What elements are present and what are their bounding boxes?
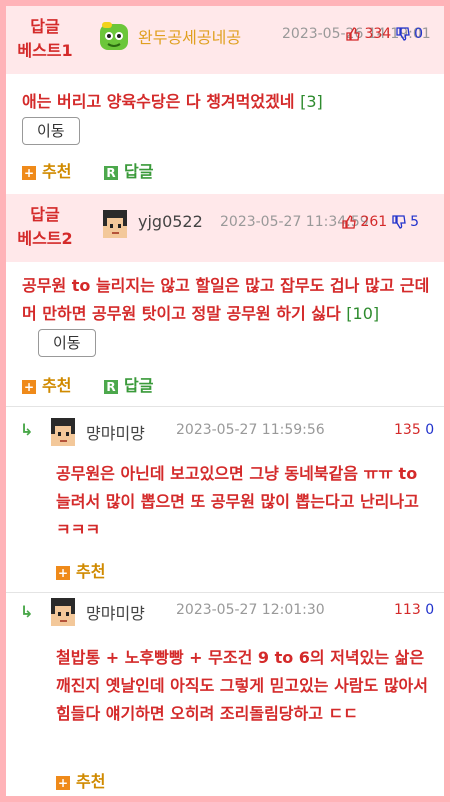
thumbs-up-icon[interactable] <box>346 27 360 41</box>
move-button[interactable]: 이동 <box>22 116 80 145</box>
comment-body: 공무원 to 늘리지는 않고 할일은 많고 잡무도 겁나 많고 근데 머 만하면… <box>22 272 436 357</box>
reply-count[interactable]: [10] <box>346 304 379 323</box>
up-count: 135 <box>394 422 421 438</box>
reply-count[interactable]: [3] <box>300 92 323 111</box>
pixel-face-icon[interactable] <box>100 208 130 240</box>
best-comment-1-header: 답글 베스트1 완두공세공네공 2023-05-26 14:19:01 334 … <box>6 6 444 74</box>
reply-arrow-icon: ↳ <box>20 602 34 621</box>
plus-icon: + <box>56 775 70 790</box>
divider <box>6 406 444 407</box>
move-button[interactable]: 이동 <box>38 328 96 357</box>
recommend-button[interactable]: + 추천 <box>56 768 105 792</box>
comment-date: 2023-05-27 11:59:56 <box>176 422 325 438</box>
vote-counts: 135 0 <box>394 422 434 438</box>
recommend-label: 추천 <box>42 376 72 395</box>
best-comment-2-header: 답글 베스트2 yjg0522 2023-05-27 11:34:59 261 … <box>6 194 444 262</box>
reply-button[interactable]: R 답글 <box>104 372 153 396</box>
up-count: 261 <box>360 214 388 230</box>
down-count: 0 <box>425 422 435 438</box>
best-badge-line2: 베스트2 <box>17 229 73 248</box>
vote-counts: 334 0 <box>346 26 423 42</box>
up-count: 334 <box>364 26 392 42</box>
reply-body: 공무원은 아닌데 보고있으면 그냥 동네북같음 ㅠㅠ to늘려서 많이 뽑으면 … <box>56 464 419 539</box>
recommend-button[interactable]: + 추천 <box>56 558 105 582</box>
reply-label: 답글 <box>124 376 154 395</box>
up-count: 113 <box>394 602 421 618</box>
recommend-button[interactable]: + 추천 <box>22 372 71 396</box>
reply-label: 답글 <box>124 162 154 181</box>
best-badge-line1: 답글 <box>30 205 60 224</box>
plus-icon: + <box>22 165 36 180</box>
pixel-face-icon[interactable] <box>48 596 78 628</box>
pixel-face-icon[interactable] <box>48 416 78 448</box>
reply-icon: R <box>104 165 118 180</box>
green-face-icon[interactable] <box>98 20 130 52</box>
down-count: 0 <box>414 26 424 42</box>
nickname[interactable]: 완두공세공네공 <box>138 24 241 48</box>
reply-icon: R <box>104 379 118 394</box>
nickname[interactable]: 먕먀미먕 <box>86 420 145 444</box>
comment-date: 2023-05-27 12:01:30 <box>176 602 325 618</box>
recommend-button[interactable]: + 추천 <box>22 158 71 182</box>
reply-arrow-icon: ↳ <box>20 420 34 439</box>
reply-body: 철밥통 + 노후빵빵 + 무조건 9 to 6의 저녁있는 삶은 깨진지 옛날인… <box>56 648 428 723</box>
divider <box>6 592 444 593</box>
nickname[interactable]: 먕먀미먕 <box>86 600 145 624</box>
thumbs-down-icon[interactable] <box>391 215 406 229</box>
comment-section: 답글 베스트1 완두공세공네공 2023-05-26 14:19:01 334 … <box>6 6 444 796</box>
plus-icon: + <box>56 565 70 580</box>
nickname[interactable]: yjg0522 <box>138 212 203 231</box>
vote-counts: 113 0 <box>394 602 434 618</box>
plus-icon: + <box>22 379 36 394</box>
comment-body: 애는 버리고 양육수당은 다 챙겨먹었겠네 [3] 이동 <box>22 88 432 145</box>
down-count: 0 <box>425 602 435 618</box>
best-badge-line2: 베스트1 <box>17 41 73 60</box>
recommend-label: 추천 <box>76 562 106 581</box>
recommend-label: 추천 <box>76 772 106 791</box>
reply-button[interactable]: R 답글 <box>104 158 153 182</box>
thumbs-down-icon[interactable] <box>395 27 410 41</box>
vote-counts: 261 5 <box>342 214 419 230</box>
down-count: 5 <box>410 214 420 230</box>
thumbs-up-icon[interactable] <box>342 215 356 229</box>
best-badge-line1: 답글 <box>30 17 60 36</box>
comment-text: 애는 버리고 양육수당은 다 챙겨먹었겠네 <box>22 92 295 111</box>
recommend-label: 추천 <box>42 162 72 181</box>
